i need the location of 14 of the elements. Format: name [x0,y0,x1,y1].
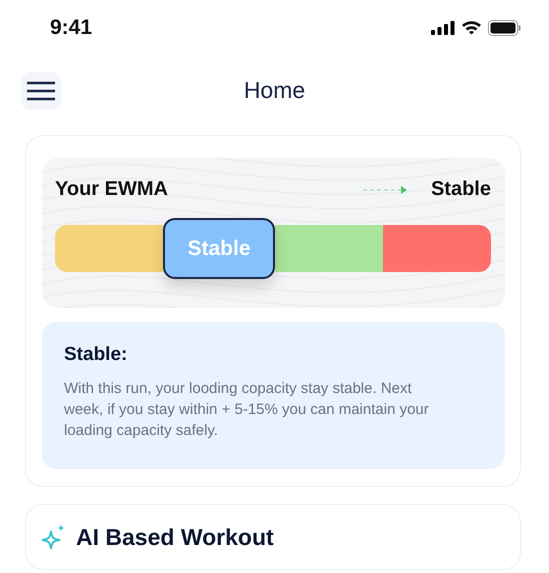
trend-status: Stable [430,178,491,201]
section-title: AI Based Workout [76,524,274,550]
signal-icon [431,20,455,34]
menu-icon [26,81,56,101]
status-time: 9:41 [50,16,92,40]
trend-arrow-icon [362,186,409,194]
gauge-thumb[interactable]: Stable [163,218,275,279]
menu-button[interactable] [21,72,61,110]
info-text: With this run, your looding copacity stay stable. Next week, if you stay within + 5-15% you can maintain your loading capacity safely. [64,379,430,441]
page-title: Home [244,76,306,104]
info-title: Stable: [64,344,128,366]
battery-icon [488,20,521,36]
ewma-label: Your EWMA [55,178,168,201]
wifi-icon [461,20,482,35]
